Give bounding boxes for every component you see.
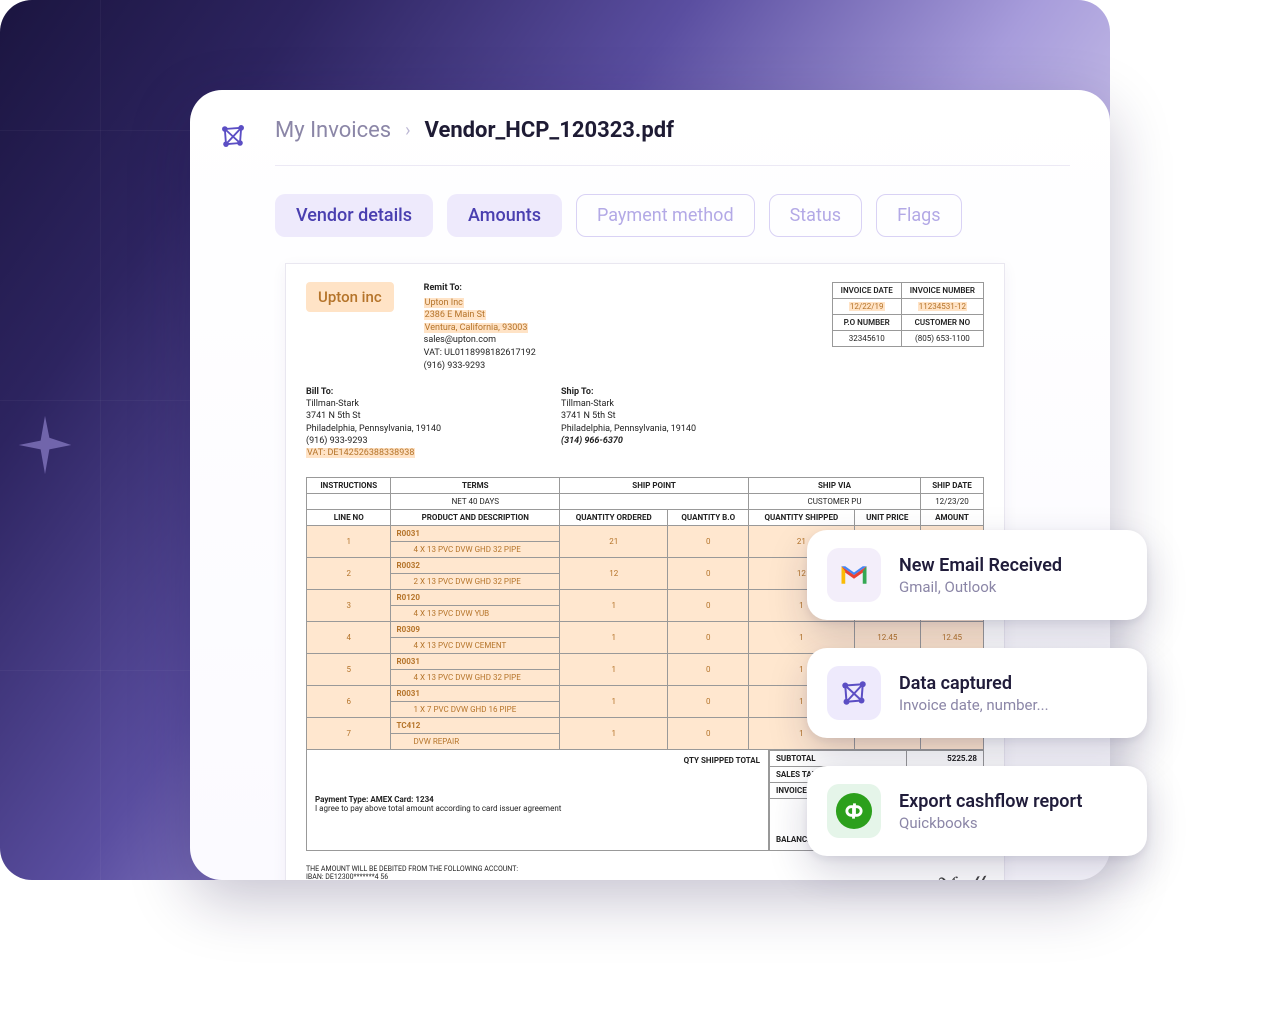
invoice-footer: THE AMOUNT WILL BE DEBITED FROM THE FOLL… <box>306 865 984 880</box>
tab-status[interactable]: Status <box>769 194 862 237</box>
mail-icon <box>827 548 881 602</box>
integration-cards: New Email Received Gmail, Outlook Data c… <box>807 530 1147 856</box>
tab-payment-method[interactable]: Payment method <box>576 194 755 237</box>
card-subtitle: Quickbooks <box>899 814 1082 832</box>
app-logo-icon <box>219 122 247 150</box>
side-rail <box>190 90 275 880</box>
signature: ℳ𝒶𝓁𝓁 <box>938 870 985 880</box>
tab-amounts[interactable]: Amounts <box>447 194 562 237</box>
vendor-name-highlight: Upton inc <box>306 282 394 312</box>
net-icon <box>827 666 881 720</box>
breadcrumb: My Invoices › Vendor_HCP_120323.pdf <box>275 118 1070 166</box>
tab-flags[interactable]: Flags <box>876 194 962 237</box>
card-subtitle: Gmail, Outlook <box>899 578 1062 596</box>
invoice-meta-table: INVOICE DATEINVOICE NUMBER 12/22/1911234… <box>832 282 984 347</box>
chevron-right-icon: › <box>405 120 410 141</box>
remit-to-block: Remit To: Upton Inc 2386 E Main St Ventu… <box>424 282 536 372</box>
card-subtitle: Invoice date, number... <box>899 696 1049 714</box>
tab-vendor-details[interactable]: Vendor details <box>275 194 433 237</box>
sparkle-icon <box>10 410 80 480</box>
card-new-email-received[interactable]: New Email Received Gmail, Outlook <box>807 530 1147 620</box>
breadcrumb-current: Vendor_HCP_120323.pdf <box>425 118 674 143</box>
qb-icon <box>827 784 881 838</box>
tab-bar: Vendor details Amounts Payment method Statu… <box>275 194 1070 237</box>
card-data-captured[interactable]: Data captured Invoice date, number... <box>807 648 1147 738</box>
bill-to-block: Bill To: Tillman-Stark 3741 N 5th St Phi… <box>306 386 441 459</box>
card-export-cashflow-report[interactable]: Export cashflow report Quickbooks <box>807 766 1147 856</box>
breadcrumb-parent[interactable]: My Invoices <box>275 118 391 143</box>
card-title: New Email Received <box>899 555 1062 576</box>
ship-to-block: Ship To: Tillman-Stark 3741 N 5th St Phi… <box>561 386 696 459</box>
card-title: Export cashflow report <box>899 791 1082 812</box>
card-title: Data captured <box>899 673 1049 694</box>
